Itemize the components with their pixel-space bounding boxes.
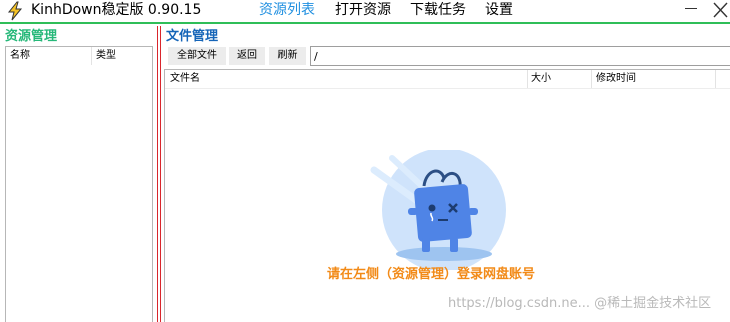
refresh-button[interactable]: 刷新 — [269, 47, 306, 65]
column-type[interactable]: 类型 — [96, 50, 116, 62]
close-icon[interactable] — [711, 0, 730, 20]
resource-list[interactable]: 名称 类型 — [5, 46, 153, 322]
title-bar: KinhDown稳定版 0.90.15 资源列表 打开资源 下载任务 设置 — [0, 0, 730, 22]
tab-resource-list[interactable]: 资源列表 — [259, 1, 315, 19]
resource-panel-title: 资源管理 — [5, 29, 58, 44]
column-separator[interactable] — [591, 70, 592, 88]
file-table-header: 文件名 大小 修改时间 — [165, 70, 730, 89]
panel-splitter-left[interactable] — [157, 26, 158, 322]
column-name[interactable]: 名称 — [10, 50, 30, 62]
title-divider — [0, 22, 730, 24]
window-title: KinhDown稳定版 0.90.15 — [31, 2, 202, 18]
path-input[interactable] — [310, 46, 730, 66]
tab-download-tasks[interactable]: 下载任务 — [410, 1, 466, 19]
minimize-icon[interactable] — [685, 8, 697, 9]
column-separator[interactable] — [527, 70, 528, 88]
lightning-icon — [7, 1, 23, 21]
tab-settings[interactable]: 设置 — [485, 1, 513, 19]
column-size[interactable]: 大小 — [531, 73, 551, 85]
column-separator[interactable] — [715, 70, 716, 88]
app-window: KinhDown稳定版 0.90.15 资源列表 打开资源 下载任务 设置 资源… — [0, 0, 730, 322]
back-button[interactable]: 返回 — [229, 47, 265, 65]
file-panel-title: 文件管理 — [166, 29, 219, 44]
all-files-button[interactable]: 全部文件 — [168, 47, 226, 65]
tab-open-resource[interactable]: 打开资源 — [335, 1, 391, 19]
column-modified-time[interactable]: 修改时间 — [596, 73, 636, 85]
watermark: https://blog.csdn.ne... @稀土掘金技术社区 — [448, 296, 712, 311]
login-hint: 请在左侧（资源管理）登录网盘账号 — [327, 267, 536, 282]
column-separator[interactable] — [91, 47, 92, 65]
panel-splitter-right[interactable] — [160, 26, 161, 322]
column-filename[interactable]: 文件名 — [170, 73, 200, 85]
sad-bag-icon — [370, 150, 506, 270]
